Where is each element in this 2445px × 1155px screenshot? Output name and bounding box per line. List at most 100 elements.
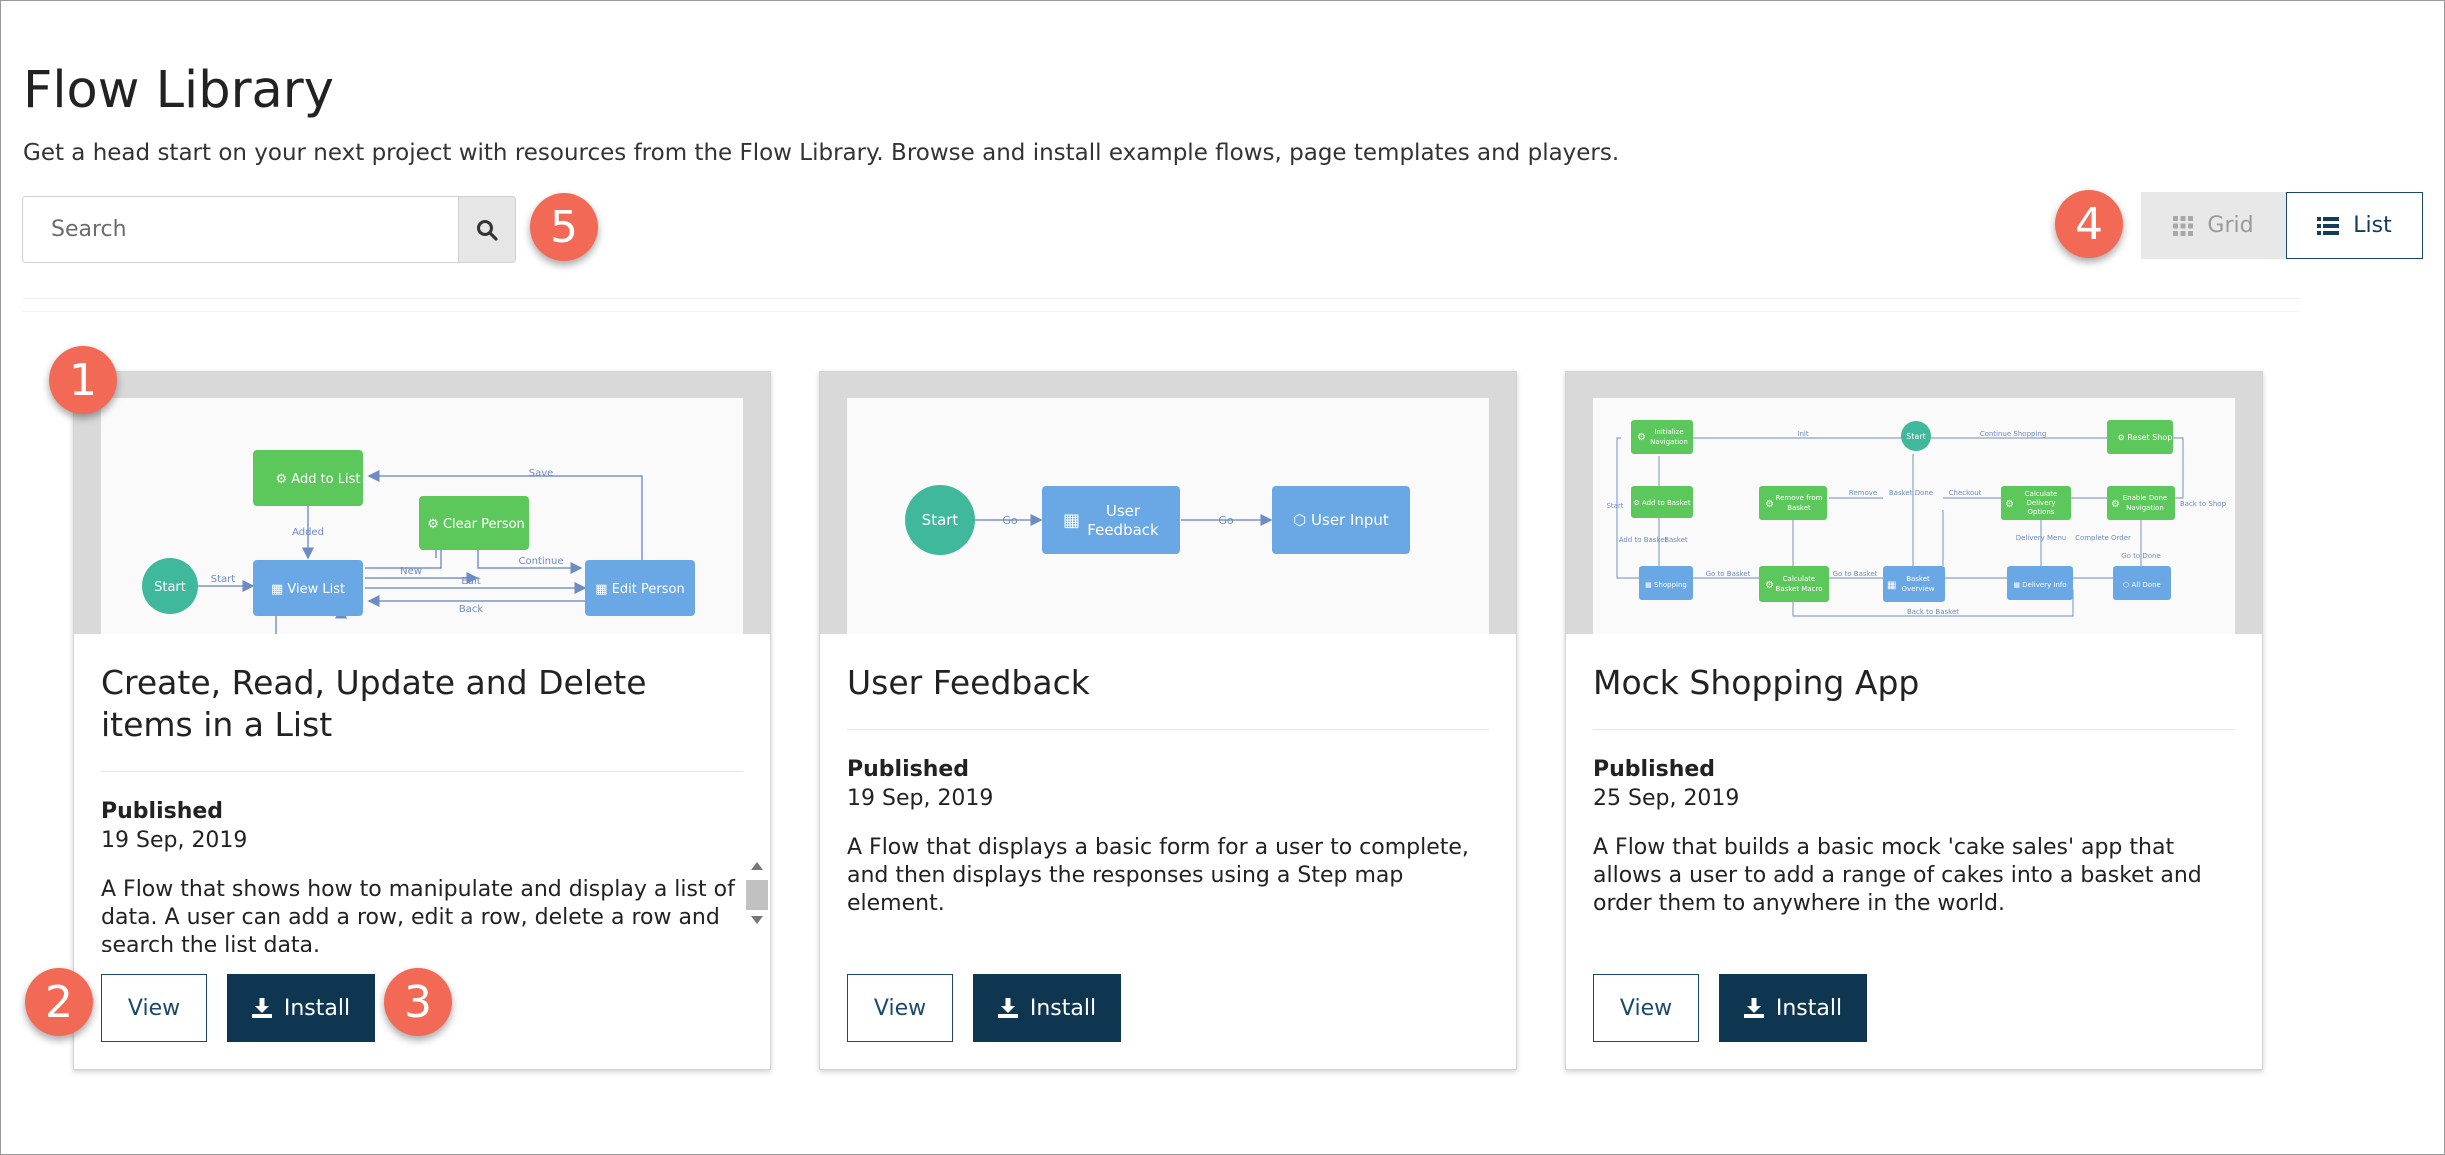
svg-text:Initialize: Initialize [1654, 428, 1683, 436]
card-description: A Flow that displays a basic form for a … [847, 835, 1469, 916]
grid-view-toggle[interactable]: Grid [2141, 192, 2286, 259]
svg-text:⚙: ⚙ [1765, 580, 1774, 591]
svg-text:Basket: Basket [1906, 575, 1930, 583]
scroll-up-icon[interactable] [751, 862, 763, 870]
svg-text:Go: Go [1002, 514, 1018, 527]
svg-text:⬡ User Input: ⬡ User Input [1293, 511, 1389, 529]
status-label: Published [847, 757, 970, 782]
svg-text:▦ Shopping: ▦ Shopping [1645, 581, 1687, 589]
published-date: 19 Sep, 2019 [847, 786, 994, 811]
search-icon [477, 219, 498, 241]
list-label: List [2353, 213, 2392, 238]
svg-text:Save: Save [529, 468, 554, 479]
published-date: 25 Sep, 2019 [1593, 786, 1740, 811]
svg-text:Enable Done: Enable Done [2123, 494, 2168, 502]
flow-preview[interactable]: Start Added New Edit Back Save Continue … [74, 372, 770, 634]
svg-text:Basket: Basket [1787, 504, 1811, 512]
svg-text:Start: Start [1906, 432, 1926, 441]
flow-diagram: Init Continue Shopping Start Add to Basket… [1606, 420, 2227, 617]
svg-text:Back to Shop: Back to Shop [2180, 500, 2227, 508]
list-view-toggle[interactable]: List [2286, 192, 2423, 259]
svg-text:Start: Start [1606, 502, 1623, 510]
callout-badge-5: 5 [530, 193, 598, 261]
search-box [22, 196, 516, 263]
status-label: Published [1593, 757, 1716, 782]
page-subtitle: Get a head start on your next project wi… [23, 140, 1620, 166]
svg-text:▦ Delivery Info: ▦ Delivery Info [2013, 581, 2066, 589]
toolbar-divider [22, 298, 2300, 312]
svg-text:Start: Start [922, 511, 959, 529]
svg-text:Navigation: Navigation [2126, 504, 2164, 512]
page-title: Flow Library [23, 61, 334, 120]
view-button[interactable]: View [847, 974, 953, 1042]
view-button[interactable]: View [1593, 974, 1699, 1042]
flow-card: Go Go Start ▦ User Feedback ⬡ User Input … [819, 371, 1517, 1070]
svg-text:⚙: ⚙ [2005, 499, 2014, 510]
svg-text:Checkout: Checkout [1949, 489, 1982, 497]
scroll-thumb[interactable] [746, 880, 768, 910]
search-input[interactable] [23, 197, 458, 262]
svg-text:Calculate: Calculate [2025, 490, 2058, 498]
svg-text:Calculate: Calculate [1783, 575, 1816, 583]
install-label: Install [1029, 995, 1097, 1021]
svg-text:⚙: ⚙ [2111, 499, 2120, 510]
svg-text:Edit: Edit [461, 576, 480, 587]
svg-text:Overview: Overview [1902, 585, 1935, 593]
download-icon [997, 998, 1018, 1018]
svg-text:Remove: Remove [1849, 489, 1877, 497]
flow-diagram: Start Added New Edit Back Save Continue … [142, 450, 695, 634]
scroll-down-icon[interactable] [751, 916, 763, 924]
svg-text:Continue: Continue [519, 556, 564, 567]
svg-text:Go to Basket: Go to Basket [1706, 570, 1751, 578]
install-button[interactable]: Install [1719, 974, 1867, 1042]
svg-text:Init: Init [1797, 430, 1808, 438]
svg-text:⚙ Clear Person: ⚙ Clear Person [427, 517, 525, 532]
svg-text:Back to Basket: Back to Basket [1907, 608, 1959, 616]
svg-text:Feedback: Feedback [1087, 521, 1159, 539]
search-button[interactable] [458, 197, 515, 262]
card-divider [101, 771, 743, 772]
install-button[interactable]: Install [973, 974, 1121, 1042]
svg-text:Basket Macro: Basket Macro [1775, 585, 1822, 593]
svg-text:▦ View List: ▦ View List [271, 582, 345, 597]
svg-text:⚙ Add to Basket: ⚙ Add to Basket [1633, 499, 1690, 507]
description-scrollbar[interactable] [746, 858, 768, 944]
view-button[interactable]: View [101, 974, 207, 1042]
svg-text:Delivery: Delivery [2026, 499, 2055, 507]
svg-text:⬡ All Done: ⬡ All Done [2123, 581, 2161, 589]
svg-text:⚙: ⚙ [1765, 499, 1774, 510]
svg-text:Add to Basket: Add to Basket [1619, 536, 1668, 544]
svg-text:Added: Added [292, 527, 324, 538]
card-title: User Feedback [847, 663, 1090, 702]
callout-badge-1: 1 [49, 346, 117, 414]
download-icon [251, 998, 272, 1018]
svg-text:Basket Done: Basket Done [1889, 489, 1933, 497]
svg-text:⚙ Reset Shop: ⚙ Reset Shop [2118, 433, 2173, 442]
svg-text:Complete Order: Complete Order [2075, 534, 2131, 542]
install-button[interactable]: Install [227, 974, 375, 1042]
grid-icon [2173, 215, 2194, 236]
callout-badge-4: 4 [2055, 190, 2123, 258]
card-title: Create, Read, Update and Delete items in… [101, 663, 647, 744]
svg-text:Delivery Menu: Delivery Menu [2016, 534, 2067, 542]
svg-text:New: New [400, 566, 422, 577]
list-icon [2317, 216, 2340, 235]
svg-text:Back: Back [459, 604, 483, 615]
flow-preview[interactable]: Go Go Start ▦ User Feedback ⬡ User Input [820, 372, 1516, 634]
svg-text:Go: Go [1218, 514, 1234, 527]
flow-preview[interactable]: Init Continue Shopping Start Add to Basket… [1566, 372, 2262, 634]
flow-card: Start Added New Edit Back Save Continue … [73, 371, 771, 1070]
status-label: Published [101, 799, 224, 824]
svg-text:Navigation: Navigation [1650, 438, 1688, 446]
flow-card: Init Continue Shopping Start Add to Basket… [1565, 371, 2263, 1070]
svg-text:▦: ▦ [1887, 580, 1896, 591]
svg-text:Go to Done: Go to Done [2121, 552, 2161, 560]
svg-text:⚙ Add to List: ⚙ Add to List [276, 472, 361, 487]
svg-text:Remove from: Remove from [1776, 494, 1823, 502]
install-label: Install [1775, 995, 1843, 1021]
grid-label: Grid [2207, 213, 2254, 238]
svg-text:Go to Basket: Go to Basket [1833, 570, 1878, 578]
flow-diagram: Go Go Start ▦ User Feedback ⬡ User Input [905, 485, 1410, 555]
card-description: A Flow that builds a basic mock 'cake sa… [1593, 835, 2202, 916]
published-date: 19 Sep, 2019 [101, 828, 248, 853]
